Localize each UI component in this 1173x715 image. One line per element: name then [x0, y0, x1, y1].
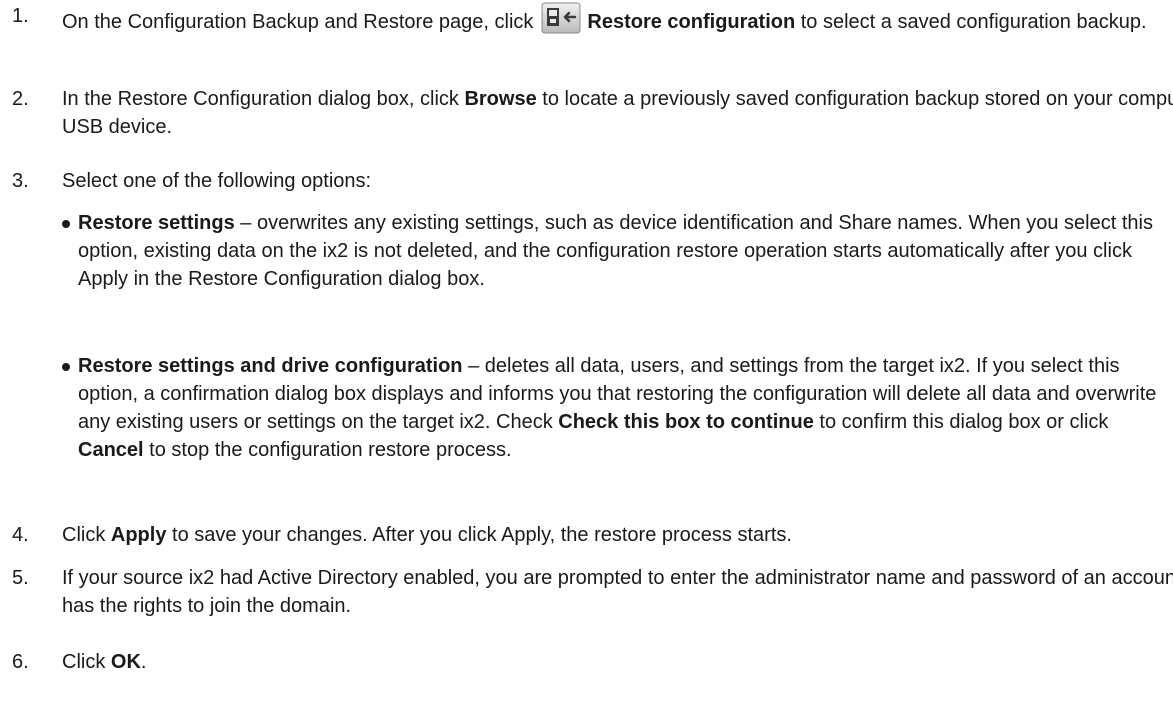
step-number: 4.: [12, 524, 29, 546]
step-text-prefix: On the Configuration Backup and Restore …: [62, 11, 534, 33]
option-text: Restore settings – overwrites any existi…: [78, 212, 1153, 290]
step-text-suffix: to save your changes. After you click Ap…: [166, 524, 792, 546]
step-number: 5.: [12, 567, 29, 589]
option-description-3: to stop the configuration restore proces…: [143, 439, 512, 461]
step-text-suffix: .: [140, 651, 147, 673]
step-text: Click OK.: [62, 648, 1173, 676]
step-2: 2. In the Restore Configuration dialog b…: [0, 85, 1173, 141]
ok-label: OK: [110, 651, 141, 673]
cancel-label: Cancel: [78, 439, 144, 461]
option-restore-settings-and-drive: Restore settings and drive configuration…: [0, 352, 1173, 464]
step-5: 5. If your source ix2 had Active Directo…: [0, 564, 1173, 620]
restore-configuration-icon: [541, 2, 581, 34]
step-text: Select one of the following options:: [62, 170, 372, 192]
apply-label: Apply: [110, 524, 167, 546]
option-title: Restore settings and drive configuration: [78, 355, 463, 377]
step-text-prefix: Click: [62, 524, 111, 546]
step-text: If your source ix2 had Active Directory …: [62, 567, 1173, 617]
step-text-suffix: to select a saved configuration backup.: [795, 11, 1147, 33]
step-text-prefix: In the Restore Configuration dialog box,…: [62, 88, 465, 110]
step-text-prefix: Click: [62, 651, 111, 673]
step-number: 2.: [12, 88, 29, 110]
step-4: 4. Click Apply to save your changes. Aft…: [0, 521, 1173, 549]
option-description-2: to confirm this dialog box or click: [813, 411, 1109, 433]
step-text: On the Configuration Backup and Restore …: [62, 2, 1173, 36]
option-title: Restore settings: [78, 212, 235, 234]
step-number: 1.: [12, 5, 29, 27]
check-this-box-label: Check this box to continue: [558, 411, 814, 433]
option-text: Restore settings and drive configuration…: [78, 355, 1156, 461]
step-number: 3.: [12, 170, 29, 192]
step-number: 6.: [12, 651, 29, 673]
option-restore-settings: Restore settings – overwrites any existi…: [0, 209, 1173, 293]
step-3: 3. Select one of the following options:: [0, 167, 1173, 195]
browse-label: Browse: [464, 88, 537, 110]
step-1: 1. On the Configuration Backup and Resto…: [0, 2, 1173, 36]
step-text: Click Apply to save your changes. After …: [62, 521, 1173, 549]
step-6: 6. Click OK.: [0, 648, 1173, 676]
step-text: In the Restore Configuration dialog box,…: [62, 85, 1173, 141]
restore-configuration-label: Restore configuration: [587, 11, 796, 33]
bullet-icon: [62, 220, 70, 228]
option-description: – overwrites any existing settings, such…: [78, 212, 1153, 290]
bullet-icon: [62, 363, 70, 371]
